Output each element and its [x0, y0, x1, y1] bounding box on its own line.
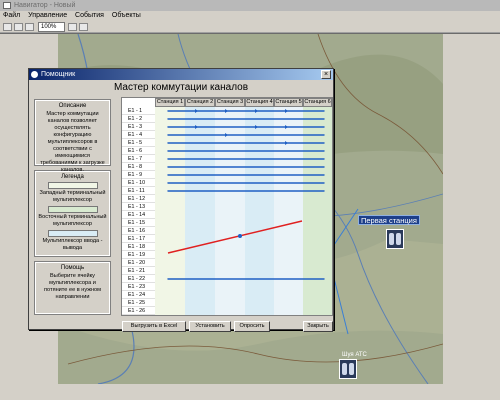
dialog-header: Мастер коммутации каналов — [113, 82, 249, 93]
channel-links — [167, 109, 325, 280]
description-panel: Описание Мастер коммутации каналов позво… — [34, 99, 111, 173]
channel-grid[interactable]: Станция 1 Станция 2 Станция 3 Станция 4 … — [121, 97, 333, 316]
help-text: Выберите ячейку мультиплексора и потянит… — [43, 273, 102, 300]
left-column: Описание Мастер коммутации каналов позво… — [34, 99, 111, 319]
open-file-icon[interactable] — [14, 23, 23, 31]
menu-events[interactable]: События — [75, 12, 104, 19]
app-icon — [3, 2, 11, 9]
save-icon[interactable] — [25, 23, 34, 31]
description-title: Описание — [58, 103, 87, 109]
map-right-margin — [443, 34, 500, 384]
app-titlebar: Навигатор - Новый — [0, 0, 500, 11]
help-panel: Помощь Выберите ячейку мультиплексора и … — [34, 261, 111, 315]
toolbar: 100% — [0, 21, 500, 33]
dialog-title: Помощник — [41, 71, 76, 78]
legend-title: Легенда — [61, 174, 84, 180]
menu-file[interactable]: Файл — [3, 12, 20, 19]
dialog-titlebar[interactable]: Помощник × — [29, 69, 333, 80]
new-file-icon[interactable] — [3, 23, 12, 31]
highlight-line — [167, 220, 303, 254]
close-button[interactable]: Закрыть — [303, 321, 333, 332]
node-label: Шуя АТС — [342, 352, 367, 358]
close-icon[interactable]: × — [321, 70, 331, 79]
menu-objects[interactable]: Объекты — [112, 12, 141, 19]
description-text: Мастер коммутации каналов позволяет осущ… — [40, 111, 105, 173]
multiplexer-right-icon — [349, 363, 354, 375]
station-node-icon[interactable] — [339, 359, 357, 379]
install-button[interactable]: Установить — [189, 321, 231, 332]
dialog-icon — [31, 71, 38, 78]
link-node — [238, 234, 242, 238]
poll-button[interactable]: Опросить — [234, 321, 270, 332]
station-label[interactable]: Первая станция — [358, 215, 420, 225]
station-node-icon[interactable] — [386, 229, 404, 249]
app-title: Навигатор - Новый — [14, 2, 76, 9]
legend-swatch-west — [47, 182, 98, 189]
fit-icon[interactable] — [79, 23, 88, 31]
menubar: Файл Управление События Объекты — [0, 11, 500, 21]
menu-control[interactable]: Управление — [28, 12, 67, 19]
multiplexer-right-icon — [396, 233, 401, 245]
legend-swatch-adm — [47, 230, 98, 237]
help-title: Помощь — [60, 265, 85, 271]
zoom-select[interactable]: 100% — [38, 22, 65, 32]
multiplexer-left-icon — [389, 233, 394, 245]
legend-panel: Легенда Западный терминальный мультиплек… — [34, 170, 111, 257]
channel-wizard-dialog: Помощник × Мастер коммутации каналов Опи… — [28, 68, 334, 332]
legend-label-east: Восточный терминальный мультиплексор — [38, 214, 107, 227]
map-bottom-margin — [0, 384, 500, 400]
legend-swatch-east — [47, 206, 98, 213]
export-excel-button[interactable]: Выгрузить в Excel — [122, 321, 186, 332]
legend-label-west: Западный терминальный мультиплексор — [39, 190, 106, 203]
multiplexer-left-icon — [342, 363, 347, 375]
zoom-down-icon[interactable] — [68, 23, 77, 31]
legend-label-adm: Мультиплексор ввода - вывода — [42, 238, 103, 251]
